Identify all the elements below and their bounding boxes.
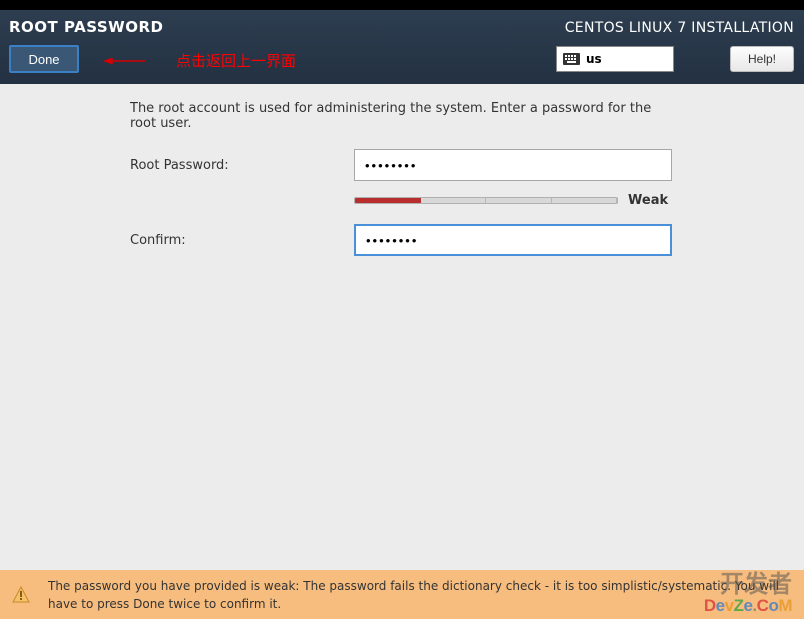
confirm-row: Confirm: bbox=[130, 224, 674, 256]
password-strength-meter bbox=[354, 197, 618, 204]
keyboard-layout-indicator[interactable]: us bbox=[556, 46, 674, 72]
keyboard-icon bbox=[563, 53, 580, 65]
password-row: Root Password: bbox=[130, 149, 674, 181]
strength-fill bbox=[355, 198, 421, 203]
warning-icon bbox=[12, 586, 30, 604]
warning-text: The password you have provided is weak: … bbox=[48, 577, 792, 613]
help-button[interactable]: Help! bbox=[730, 46, 794, 72]
keyboard-layout-label: us bbox=[586, 52, 602, 66]
root-password-input[interactable] bbox=[354, 149, 672, 181]
annotation-text: 点击返回上一界面 bbox=[176, 50, 296, 71]
done-button[interactable]: Done bbox=[9, 45, 79, 73]
confirm-label: Confirm: bbox=[130, 233, 354, 248]
installer-title: CENTOS LINUX 7 INSTALLATION bbox=[565, 20, 794, 36]
confirm-password-input[interactable] bbox=[354, 224, 672, 256]
page-title: ROOT PASSWORD bbox=[9, 18, 163, 36]
strength-row: Weak bbox=[354, 193, 674, 208]
instruction-text: The root account is used for administeri… bbox=[130, 101, 674, 131]
warning-bar: The password you have provided is weak: … bbox=[0, 570, 804, 619]
header-bar: ROOT PASSWORD CENTOS LINUX 7 INSTALLATIO… bbox=[0, 10, 804, 84]
annotation-arrow-icon bbox=[85, 58, 165, 64]
content-area: The root account is used for administeri… bbox=[0, 84, 804, 619]
strength-label: Weak bbox=[628, 193, 668, 208]
installer-window: ROOT PASSWORD CENTOS LINUX 7 INSTALLATIO… bbox=[0, 10, 804, 619]
password-label: Root Password: bbox=[130, 158, 354, 173]
